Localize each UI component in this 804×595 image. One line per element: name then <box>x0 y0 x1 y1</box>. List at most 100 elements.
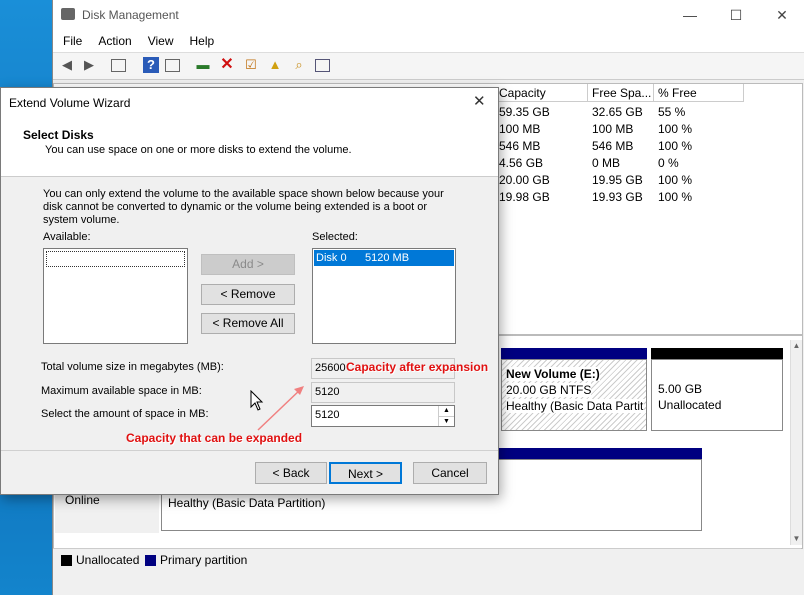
forward-arrow-icon[interactable]: ▶ <box>81 57 97 73</box>
cell-capacity: 4.56 GB <box>499 156 544 170</box>
cursor-shape <box>250 390 264 411</box>
cell-free-space: 32.65 GB <box>592 105 643 119</box>
properties-icon[interactable] <box>165 59 180 72</box>
legend-swatch-primary <box>145 555 156 566</box>
table-row[interactable]: 20.00 GB 19.95 GB 100 % <box>495 172 795 189</box>
back-arrow-icon[interactable]: ◀ <box>59 57 75 73</box>
selected-disk-name: Disk 0 <box>316 252 347 264</box>
selected-disks-list[interactable]: Disk 0 5120 MB <box>312 248 456 344</box>
legend: Unallocated Primary partition <box>53 548 801 573</box>
quantity-stepper[interactable]: ▲ ▼ <box>438 406 454 426</box>
cell-capacity: 59.35 GB <box>499 105 550 119</box>
partition-size: 20.00 GB NTFS <box>506 383 592 397</box>
mouse-cursor-icon <box>250 390 264 411</box>
cell-capacity: 100 MB <box>499 122 541 136</box>
partition-status: Healthy (Basic Data Partition) <box>168 496 326 510</box>
close-icon[interactable]: ✕ <box>473 92 486 110</box>
max-space-field: 5120 <box>311 382 455 403</box>
table-row[interactable]: 59.35 GB 32.65 GB 55 % <box>495 104 795 121</box>
cell-percent-free: 100 % <box>658 173 693 187</box>
cancel-button[interactable]: Cancel <box>413 462 487 484</box>
cell-free-space: 19.93 GB <box>592 190 643 204</box>
stepper-down-icon[interactable]: ▼ <box>439 417 454 426</box>
next-button[interactable]: Next > <box>329 462 402 484</box>
maximize-button[interactable]: ☐ <box>713 0 759 30</box>
selected-disk-size: 5120 MB <box>365 252 410 264</box>
remove-all-button[interactable]: < Remove All <box>201 313 295 334</box>
available-disks-list[interactable] <box>43 248 188 344</box>
total-size-label: Total volume size in megabytes (MB): <box>41 361 224 373</box>
cell-free-space: 19.95 GB <box>592 173 643 187</box>
connect-disk-icon[interactable]: ▬ <box>195 57 211 73</box>
cell-percent-free: 100 % <box>658 190 693 204</box>
folder-up-icon[interactable]: ▲ <box>267 57 283 73</box>
partition-status: Healthy (Basic Data Partiti <box>506 399 644 413</box>
list-item-selected[interactable]: Disk 0 5120 MB <box>314 250 454 266</box>
table-row[interactable]: 4.56 GB 0 MB 0 % <box>495 155 795 172</box>
menu-bar: File Action View Help <box>53 30 804 53</box>
unallocated-label: Unallocated <box>658 398 722 412</box>
wizard-heading: Select Disks <box>23 128 94 142</box>
wizard-info-text: You can only extend the volume to the av… <box>43 188 444 226</box>
window-title: Disk Management <box>82 8 179 22</box>
menu-file[interactable]: File <box>55 30 90 52</box>
cell-percent-free: 100 % <box>658 139 693 153</box>
delete-icon[interactable]: ✕ <box>219 57 235 73</box>
table-row[interactable]: 546 MB 546 MB 100 % <box>495 138 795 155</box>
console-tree-icon[interactable] <box>111 59 126 72</box>
legend-label-primary: Primary partition <box>160 553 248 567</box>
legend-label-unallocated: Unallocated <box>76 553 140 567</box>
amount-label: Select the amount of space in MB: <box>41 408 209 420</box>
cell-capacity: 19.98 GB <box>499 190 550 204</box>
arrow-line <box>257 387 303 431</box>
cell-percent-free: 0 % <box>658 156 679 170</box>
check-icon[interactable]: ☑ <box>243 57 259 73</box>
partition-new-volume[interactable]: New Volume (E:) 20.00 GB NTFS Healthy (B… <box>501 359 647 431</box>
wizard-title-bar: Extend Volume Wizard ✕ <box>1 88 498 116</box>
cell-capacity: 546 MB <box>499 139 541 153</box>
cell-free-space: 0 MB <box>592 156 621 170</box>
cell-free-space: 100 MB <box>592 122 634 136</box>
column-header-capacity[interactable]: Capacity <box>495 84 588 102</box>
column-header-free-space[interactable]: Free Spa... <box>588 84 654 102</box>
disk-management-icon <box>61 8 75 20</box>
available-label: Available: <box>43 231 91 243</box>
table-row[interactable]: 100 MB 100 MB 100 % <box>495 121 795 138</box>
title-bar: Disk Management — ☐ ✕ <box>53 0 804 30</box>
menu-help[interactable]: Help <box>182 30 223 52</box>
vertical-scrollbar[interactable]: ▲ ▼ <box>790 340 802 545</box>
legend-swatch-unallocated <box>61 555 72 566</box>
back-button[interactable]: < Back <box>255 462 327 484</box>
wizard-title: Extend Volume Wizard <box>9 96 131 110</box>
unallocated-size: 5.00 GB <box>658 382 703 396</box>
wizard-subheading: You can use space on one or more disks t… <box>45 144 352 156</box>
disk-status-online: Online <box>65 493 100 507</box>
minimize-button[interactable]: — <box>667 0 713 30</box>
partition-bar-primary <box>501 348 647 359</box>
column-header-percent-free[interactable]: % Free <box>654 84 744 102</box>
amount-input[interactable]: 5120 ▲ ▼ <box>311 405 455 427</box>
remove-button[interactable]: < Remove <box>201 284 295 305</box>
close-button[interactable]: ✕ <box>759 0 804 30</box>
search-icon[interactable]: ⌕ <box>291 57 307 73</box>
menu-action[interactable]: Action <box>90 30 139 52</box>
annotation-capacity-after-expansion: Capacity after expansion <box>346 360 489 374</box>
menu-view[interactable]: View <box>140 30 182 52</box>
partition-name: New Volume (E:) <box>506 367 600 381</box>
cell-percent-free: 55 % <box>658 105 686 119</box>
partition-bar-unallocated <box>651 348 783 359</box>
divider <box>1 450 498 451</box>
console-icon[interactable] <box>315 59 330 72</box>
add-button[interactable]: Add > <box>201 254 295 275</box>
selected-label: Selected: <box>312 231 358 243</box>
cell-free-space: 546 MB <box>592 139 634 153</box>
list-item[interactable] <box>46 251 185 267</box>
cell-capacity: 20.00 GB <box>499 173 550 187</box>
partition-unallocated[interactable]: 5.00 GB Unallocated <box>651 359 783 431</box>
help-icon[interactable]: ? <box>143 57 159 73</box>
max-space-label: Maximum available space in MB: <box>41 385 202 397</box>
toolbar: ◀ ▶ ? ▬ ✕ ☑ ▲ ⌕ <box>53 53 804 80</box>
table-row[interactable]: 19.98 GB 19.93 GB 100 % <box>495 189 795 206</box>
wizard-header: Select Disks You can use space on one or… <box>1 116 498 177</box>
stepper-up-icon[interactable]: ▲ <box>439 406 454 417</box>
